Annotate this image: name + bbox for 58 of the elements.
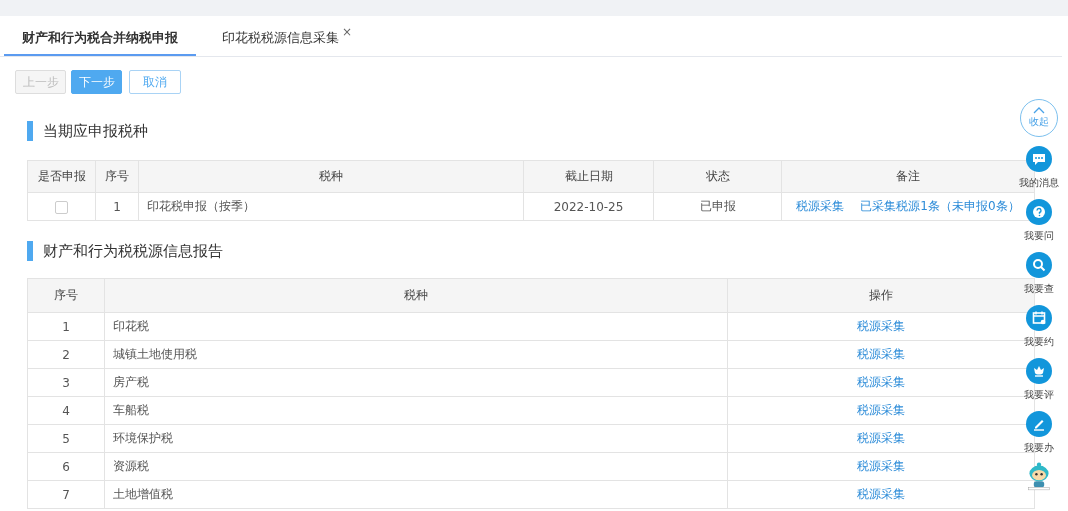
table-cell: 1	[95, 192, 139, 221]
link[interactable]: 税源采集	[857, 319, 905, 333]
table-cell: 印花税	[104, 312, 728, 341]
chat-icon[interactable]	[1026, 146, 1052, 172]
table-cell: 3	[27, 368, 105, 397]
table-cell: 房产税	[104, 368, 728, 397]
column-header: 税种	[104, 278, 728, 313]
tab[interactable]: 财产和行为税合并纳税申报	[4, 16, 196, 56]
column-header: 序号	[27, 278, 105, 313]
table-cell: 5	[27, 424, 105, 453]
table-cell: 已申报	[653, 192, 782, 221]
link[interactable]: 税源采集	[857, 375, 905, 389]
checkbox[interactable]	[55, 200, 68, 214]
cancel-button[interactable]: 取消	[129, 70, 181, 94]
column-header: 税种	[138, 160, 524, 193]
column-header: 是否申报	[27, 160, 96, 193]
link[interactable]: 税源采集	[857, 347, 905, 361]
table-cell: 6	[27, 452, 105, 481]
table-cell: 车船税	[104, 396, 728, 425]
column-header: 序号	[95, 160, 139, 193]
close-icon[interactable]: ×	[342, 25, 353, 39]
toolbar-label[interactable]: 我要查	[1024, 282, 1054, 296]
search-icon[interactable]	[1026, 252, 1052, 278]
calendar-icon[interactable]	[1026, 305, 1052, 331]
toolbar-label[interactable]: 我要约	[1024, 335, 1054, 349]
link[interactable]: 税源采集	[857, 487, 905, 501]
toolbar-label[interactable]: 我的消息	[1019, 176, 1059, 190]
section-title: 财产和行为税税源信息报告	[43, 241, 223, 261]
table-cell: 7	[27, 480, 105, 509]
table-cell: 资源税	[104, 452, 728, 481]
table-cell: 环境保护税	[104, 424, 728, 453]
link[interactable]: 已采集税源1条（未申报0条）	[860, 198, 1020, 215]
toolbar-label[interactable]: 我要办	[1024, 441, 1054, 455]
toolbar-label[interactable]: 我要评	[1024, 388, 1054, 402]
pencil-icon[interactable]	[1026, 411, 1052, 437]
section-title: 当期应申报税种	[43, 121, 148, 141]
table-cell: 1	[27, 312, 105, 341]
table-cell: 2022-10-25	[523, 192, 654, 221]
table-cell: 土地增值税	[104, 480, 728, 509]
table-cell: 2	[27, 340, 105, 369]
help-icon[interactable]	[1026, 199, 1052, 225]
robot-icon[interactable]	[1026, 461, 1052, 491]
link[interactable]: 税源采集	[857, 459, 905, 473]
link[interactable]: 税源采集	[857, 403, 905, 417]
section-marker	[27, 121, 33, 141]
caret-icon	[1033, 107, 1045, 114]
table-cell: 4	[27, 396, 105, 425]
table-cell: 城镇土地使用税	[104, 340, 728, 369]
table-cell: 印花税申报（按季）	[138, 192, 524, 221]
column-header: 截止日期	[523, 160, 654, 193]
toolbar-label[interactable]: 我要问	[1024, 229, 1054, 243]
link[interactable]: 税源采集	[796, 198, 845, 215]
collapse-button[interactable]: 收起	[1020, 99, 1058, 137]
section-marker	[27, 241, 33, 261]
tab[interactable]: 印花税税源信息采集 ×	[204, 16, 371, 56]
column-header: 状态	[653, 160, 782, 193]
next-button[interactable]: 下一步	[71, 70, 122, 94]
link[interactable]: 税源采集	[857, 431, 905, 445]
